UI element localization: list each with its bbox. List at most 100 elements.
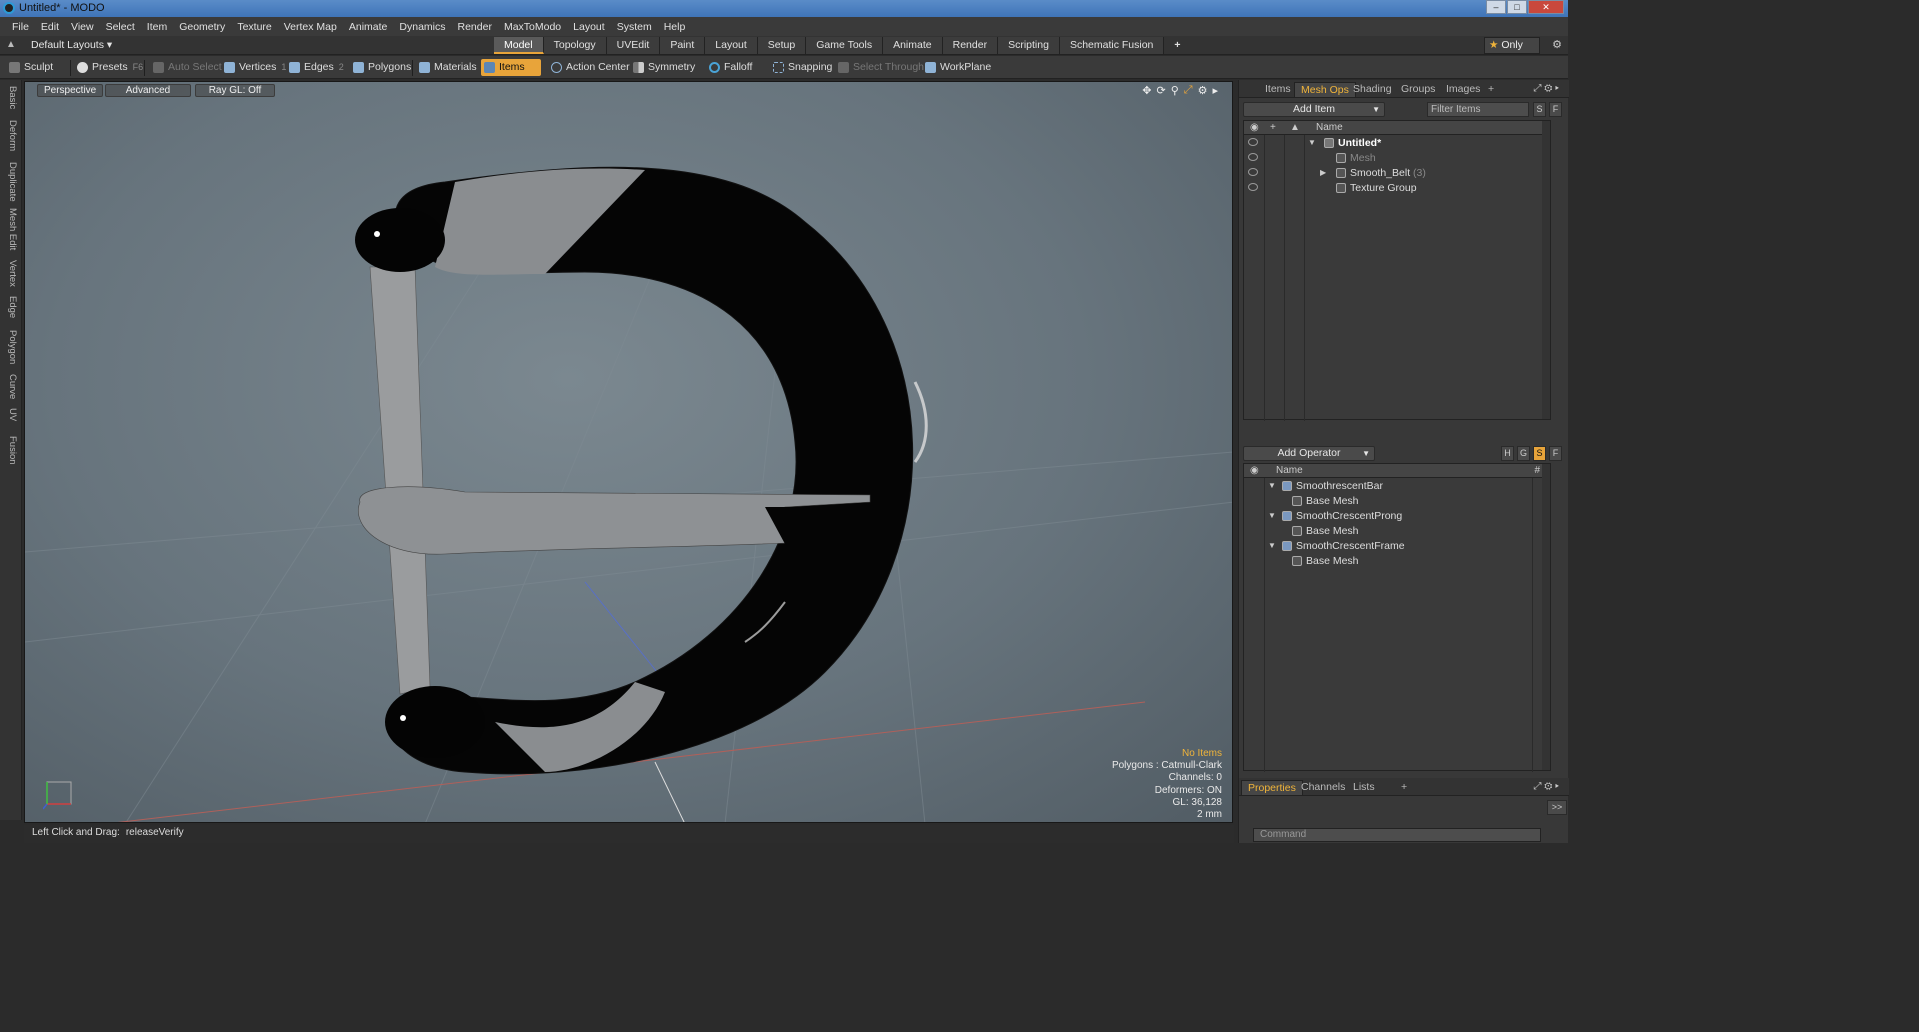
advanced-button[interactable]: Advanced xyxy=(105,84,191,97)
operator-child-row[interactable]: Base Mesh xyxy=(1244,524,1550,539)
items-button[interactable]: Items xyxy=(481,59,541,76)
add-tab-button[interactable]: + xyxy=(1164,37,1190,54)
layout-toggle-icon[interactable]: ▲ xyxy=(6,39,16,50)
collapse-arrow-icon[interactable]: ▼ xyxy=(1268,539,1276,553)
eye-icon[interactable] xyxy=(1248,138,1258,146)
add-panel-tab-icon[interactable]: + xyxy=(1482,82,1500,96)
default-layouts-dropdown[interactable]: Default Layouts ▾ xyxy=(31,39,112,51)
tab-properties[interactable]: Properties xyxy=(1241,780,1303,795)
close-button[interactable]: ✕ xyxy=(1528,0,1564,14)
viewport-expand-icon[interactable]: ▸ xyxy=(1212,84,1218,97)
menu-help[interactable]: Help xyxy=(658,21,692,33)
left-tab-vertex[interactable]: Vertex xyxy=(2,260,18,287)
item-list-scrollbar[interactable] xyxy=(1542,121,1550,419)
menu-item[interactable]: Item xyxy=(141,21,173,33)
menu-file[interactable]: File xyxy=(6,21,35,33)
left-tab-deform[interactable]: Deform xyxy=(2,120,18,151)
menu-maxtomodo[interactable]: MaxToModo xyxy=(498,21,567,33)
tab-items[interactable]: Items xyxy=(1259,82,1297,96)
tab-animate[interactable]: Animate xyxy=(883,37,943,54)
select-through-button[interactable]: Select Through xyxy=(835,59,924,76)
menu-dynamics[interactable]: Dynamics xyxy=(393,21,451,33)
action-center-button[interactable]: Action Center xyxy=(548,59,630,76)
name-column-header[interactable]: Name xyxy=(1316,122,1343,133)
tab-render[interactable]: Render xyxy=(942,37,999,54)
3d-viewport[interactable]: Perspective Advanced Ray GL: Off ✥ ⟳ ⚲ ⤢… xyxy=(24,81,1233,823)
perspective-button[interactable]: Perspective xyxy=(37,84,104,97)
presets-button[interactable]: Presets F6 xyxy=(74,59,143,76)
tab-model[interactable]: Model xyxy=(494,37,544,54)
add-operator-dropdown[interactable]: Add Operator ▼ xyxy=(1243,446,1375,461)
menu-layout[interactable]: Layout xyxy=(567,21,611,33)
left-tab-basic[interactable]: Basic xyxy=(2,86,18,109)
filter-items-input[interactable]: Filter Items xyxy=(1427,102,1529,117)
tab-setup[interactable]: Setup xyxy=(757,37,807,54)
op-h-button[interactable]: H xyxy=(1501,446,1514,461)
collapse-arrow-icon[interactable]: ▼ xyxy=(1268,509,1276,523)
tab-channels[interactable]: Channels xyxy=(1295,780,1351,794)
left-tab-edge[interactable]: Edge xyxy=(2,296,18,318)
op-name-column-header[interactable]: Name xyxy=(1276,465,1303,476)
minimize-button[interactable]: – xyxy=(1486,0,1506,14)
left-tab-curve[interactable]: Curve xyxy=(2,374,18,399)
rotate-view-icon[interactable]: ⟳ xyxy=(1157,84,1166,97)
raygl-button[interactable]: Ray GL: Off xyxy=(195,84,275,97)
move-view-icon[interactable]: ✥ xyxy=(1142,84,1151,97)
tab-paint[interactable]: Paint xyxy=(660,37,706,54)
op-s-button[interactable]: S xyxy=(1533,446,1546,461)
gear-icon[interactable]: ⚙ xyxy=(1552,38,1562,51)
symmetry-button[interactable]: Symmetry xyxy=(630,59,695,76)
command-input[interactable]: Command xyxy=(1253,828,1541,842)
left-tab-polygon[interactable]: Polygon xyxy=(2,330,18,364)
workplane-button[interactable]: WorkPlane xyxy=(922,59,991,76)
snapping-button[interactable]: Snapping xyxy=(770,59,832,76)
panel-options-icon[interactable]: ⤢ ⚙ ▸ xyxy=(1527,82,1565,95)
tab-shading[interactable]: Shading xyxy=(1347,82,1398,96)
eye-icon[interactable] xyxy=(1248,183,1258,191)
materials-button[interactable]: Materials xyxy=(416,59,477,76)
falloff-button[interactable]: Falloff xyxy=(706,59,752,76)
left-tab-duplicate[interactable]: Duplicate xyxy=(2,162,18,202)
eye-icon[interactable] xyxy=(1248,153,1258,161)
item-row-texture-group[interactable]: Texture Group xyxy=(1244,181,1550,196)
item-row-untitled[interactable]: ▼ Untitled* xyxy=(1244,136,1550,151)
auto-select-button[interactable]: Auto Select xyxy=(150,59,222,76)
filter-s-button[interactable]: S xyxy=(1533,102,1546,117)
operator-row[interactable]: ▼ SmoothCrescentFrame xyxy=(1244,539,1550,554)
collapse-arrow-icon[interactable]: ▼ xyxy=(1308,136,1316,150)
tab-lists[interactable]: Lists xyxy=(1347,780,1381,794)
zoom-view-icon[interactable]: ⚲ xyxy=(1171,84,1179,97)
tab-topology[interactable]: Topology xyxy=(543,37,607,54)
polygons-button[interactable]: Polygons xyxy=(350,59,411,76)
menu-select[interactable]: Select xyxy=(100,21,141,33)
edges-button[interactable]: Edges 2 xyxy=(286,59,344,76)
left-tab-uv[interactable]: UV xyxy=(2,408,18,421)
op-g-button[interactable]: G xyxy=(1517,446,1530,461)
menu-view[interactable]: View xyxy=(65,21,100,33)
operator-list-scrollbar[interactable] xyxy=(1542,464,1550,770)
menu-texture[interactable]: Texture xyxy=(231,21,277,33)
eye-icon[interactable] xyxy=(1248,168,1258,176)
menu-edit[interactable]: Edit xyxy=(35,21,65,33)
collapse-arrow-icon[interactable]: ▼ xyxy=(1268,479,1276,493)
add-item-dropdown[interactable]: Add Item ▼ xyxy=(1243,102,1385,117)
left-tab-fusion[interactable]: Fusion xyxy=(2,436,18,465)
filter-f-button[interactable]: F xyxy=(1549,102,1562,117)
sculpt-button[interactable]: Sculpt xyxy=(6,59,53,76)
menu-system[interactable]: System xyxy=(611,21,658,33)
tab-images[interactable]: Images xyxy=(1440,82,1486,96)
operator-row[interactable]: ▼ SmoothrescentBar xyxy=(1244,479,1550,494)
fit-view-icon[interactable]: ⤢ xyxy=(1184,84,1193,97)
menu-vertex-map[interactable]: Vertex Map xyxy=(278,21,343,33)
operator-child-row[interactable]: Base Mesh xyxy=(1244,554,1550,569)
panel-options-icon[interactable]: ⤢ ⚙ ▸ xyxy=(1527,780,1565,793)
maximize-button[interactable]: □ xyxy=(1507,0,1527,14)
tab-groups[interactable]: Groups xyxy=(1395,82,1441,96)
expand-arrow-icon[interactable]: ▶ xyxy=(1320,166,1326,180)
tab-scripting[interactable]: Scripting xyxy=(998,37,1060,54)
operator-row[interactable]: ▼ SmoothCrescentProng xyxy=(1244,509,1550,524)
left-tab-mesh-edit[interactable]: Mesh Edit xyxy=(2,208,18,250)
tab-game-tools[interactable]: Game Tools xyxy=(806,37,884,54)
item-row-smooth-belt[interactable]: ▶ Smooth_Belt (3) xyxy=(1244,166,1550,181)
only-toggle[interactable]: ★ Only xyxy=(1484,37,1540,54)
